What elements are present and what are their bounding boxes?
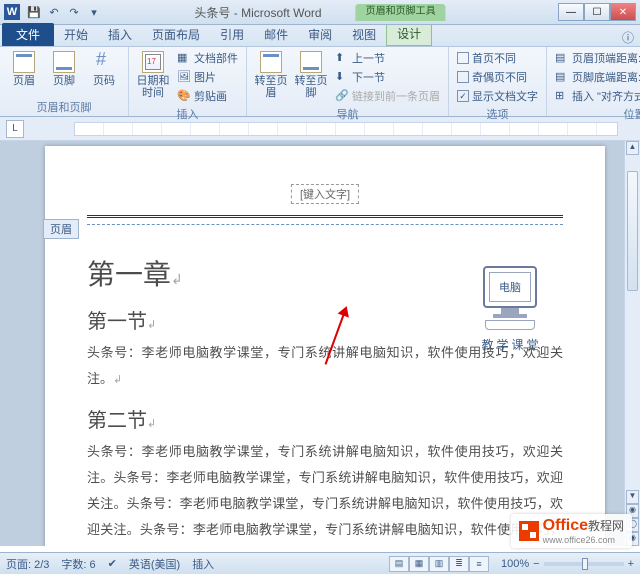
header-text-placeholder[interactable]: [键入文字]: [291, 184, 359, 204]
title-bar: W 💾 ↶ ↷ ▾ 头条号 - Microsoft Word 页眉和页脚工具: [0, 0, 640, 25]
status-page[interactable]: 页面: 2/3: [6, 556, 49, 572]
view-print-layout-icon[interactable]: ▤: [389, 556, 409, 572]
down-arrow-icon: ⬇: [335, 70, 349, 84]
watermark: Office教程网 www.office26.com: [511, 514, 632, 548]
next-section-button[interactable]: ⬇下一节: [333, 68, 442, 86]
goto-footer-button[interactable]: 转至页脚: [293, 49, 329, 99]
picture-button[interactable]: 🖼图片: [175, 68, 240, 86]
document-area: [键入文字] 页眉 第一章↲ 第一节↲ 头条号：李老师电脑教学课堂，专门系统讲解…: [0, 141, 640, 546]
illustration-caption: 教 学 课 堂: [465, 336, 555, 353]
up-arrow-icon: ⬆: [335, 51, 349, 65]
section-heading: 第二节↲: [87, 404, 563, 433]
view-draft-icon[interactable]: ≡: [469, 556, 489, 572]
link-icon: 🔗: [335, 89, 349, 103]
page-number-button[interactable]: 页码: [86, 49, 122, 87]
footer-button[interactable]: 页脚: [46, 49, 82, 87]
undo-icon[interactable]: ↶: [46, 4, 62, 20]
date-time-button[interactable]: 日期和时间: [135, 49, 171, 99]
group-label: 导航: [253, 105, 442, 123]
footer-distance-row: ▤页脚底端距离:▲▼: [553, 68, 640, 86]
header-tag: 页眉: [43, 219, 79, 239]
scroll-up-icon[interactable]: ▲: [626, 141, 639, 155]
tab-home[interactable]: 开始: [54, 23, 98, 46]
monitor-icon: 电脑: [483, 266, 537, 308]
group-label: 页眉和页脚: [6, 98, 122, 116]
group-label: 选项: [455, 105, 540, 123]
header-button[interactable]: 页眉: [6, 49, 42, 87]
footer-dist-icon: ▤: [555, 70, 569, 84]
save-icon[interactable]: 💾: [26, 4, 42, 20]
tab-file[interactable]: 文件: [2, 23, 54, 46]
header-dist-icon: ▤: [555, 51, 569, 65]
close-button[interactable]: [610, 3, 636, 21]
view-fullscreen-icon[interactable]: ▦: [409, 556, 429, 572]
status-word-count[interactable]: 字数: 6: [61, 556, 95, 572]
zoom-level[interactable]: 100%: [501, 558, 529, 570]
tab-references[interactable]: 引用: [210, 23, 254, 46]
status-insert-mode[interactable]: 插入: [192, 556, 214, 572]
zoom-in-icon[interactable]: +: [628, 558, 634, 570]
clipart-icon: 🎨: [177, 89, 191, 103]
group-options: 首页不同 奇偶页不同 显示文档文字 选项: [449, 47, 547, 116]
ribbon-tabs: 文件 开始 插入 页面布局 引用 邮件 审阅 视图 设计 ⓘ: [0, 25, 640, 47]
illustration: 电脑 教 学 课 堂: [465, 266, 555, 353]
ribbon: 页眉 页脚 页码 页眉和页脚 日期和时间 ▦文档部件 🖼图片 🎨剪贴画 插入 转…: [0, 47, 640, 117]
tab-insert[interactable]: 插入: [98, 23, 142, 46]
goto-header-button[interactable]: 转至页眉: [253, 49, 289, 99]
redo-icon[interactable]: ↷: [66, 4, 82, 20]
align-tab-icon: ⊞: [555, 89, 569, 103]
tab-mailings[interactable]: 邮件: [254, 23, 298, 46]
zoom-slider[interactable]: [544, 562, 624, 566]
diff-first-page-checkbox[interactable]: 首页不同: [455, 49, 540, 67]
ruler-bar: L: [0, 117, 640, 141]
window-title: 头条号 - Microsoft Word: [194, 4, 321, 21]
qat-dropdown-icon[interactable]: ▾: [86, 4, 102, 20]
diff-odd-even-checkbox[interactable]: 奇偶页不同: [455, 68, 540, 86]
tab-view[interactable]: 视图: [342, 23, 386, 46]
zoom-control: 100% − +: [501, 558, 634, 570]
group-label: 插入: [135, 105, 240, 123]
scrollbar-thumb[interactable]: [627, 171, 638, 291]
group-insert: 日期和时间 ▦文档部件 🖼图片 🎨剪贴画 插入: [129, 47, 247, 116]
minimize-button[interactable]: [558, 3, 584, 21]
zoom-out-icon[interactable]: −: [533, 558, 539, 570]
watermark-url: www.office26.com: [543, 535, 624, 545]
view-outline-icon[interactable]: ≣: [449, 556, 469, 572]
header-distance-row: ▤页眉顶端距离:▲▼: [553, 49, 640, 67]
picture-icon: 🖼: [177, 70, 191, 84]
page[interactable]: [键入文字] 页眉 第一章↲ 第一节↲ 头条号：李老师电脑教学课堂，专门系统讲解…: [45, 146, 605, 546]
status-bar: 页面: 2/3 字数: 6 ✔ 英语(美国) 插入 ▤ ▦ ▥ ≣ ≡ 100%…: [0, 552, 640, 574]
word-icon: W: [4, 4, 20, 20]
contextual-tab-group: 页眉和页脚工具: [356, 4, 446, 21]
group-header-footer: 页眉 页脚 页码 页眉和页脚: [0, 47, 129, 116]
tab-layout[interactable]: 页面布局: [142, 23, 210, 46]
header-region[interactable]: [键入文字]: [87, 176, 563, 216]
maximize-button[interactable]: [584, 3, 610, 21]
clipart-button[interactable]: 🎨剪贴画: [175, 87, 240, 105]
tab-review[interactable]: 审阅: [298, 23, 342, 46]
group-navigation: 转至页眉 转至页脚 ⬆上一节 ⬇下一节 🔗链接到前一条页眉 导航: [247, 47, 449, 116]
view-web-icon[interactable]: ▥: [429, 556, 449, 572]
insert-align-tab-button[interactable]: ⊞插入 "对齐方式" 选项卡: [553, 87, 640, 105]
status-language[interactable]: 英语(美国): [129, 556, 180, 572]
office-logo-icon: [519, 521, 539, 541]
group-label: 位置: [553, 105, 640, 123]
view-buttons: ▤ ▦ ▥ ≣ ≡: [389, 556, 489, 572]
link-previous-button[interactable]: 🔗链接到前一条页眉: [333, 87, 442, 105]
body-paragraph: 头条号：李老师电脑教学课堂，专门系统讲解电脑知识，软件使用技巧，欢迎关注。头条号…: [87, 439, 563, 546]
vertical-scrollbar[interactable]: ▲ ▼ ◉ ◯ ◉: [624, 141, 640, 546]
prev-section-button[interactable]: ⬆上一节: [333, 49, 442, 67]
show-doc-text-checkbox[interactable]: 显示文档文字: [455, 87, 540, 105]
ruler-toggle-icon[interactable]: L: [6, 120, 24, 138]
quick-parts-button[interactable]: ▦文档部件: [175, 49, 240, 67]
quick-access-toolbar: 💾 ↶ ↷ ▾: [26, 4, 102, 20]
status-spellcheck-icon[interactable]: ✔: [108, 557, 117, 570]
horizontal-ruler[interactable]: [74, 122, 618, 136]
quick-parts-icon: ▦: [177, 51, 191, 65]
scroll-down-icon[interactable]: ▼: [626, 490, 639, 504]
group-position: ▤页眉顶端距离:▲▼ ▤页脚底端距离:▲▼ ⊞插入 "对齐方式" 选项卡 位置: [547, 47, 640, 116]
help-icon[interactable]: ⓘ: [622, 29, 634, 46]
